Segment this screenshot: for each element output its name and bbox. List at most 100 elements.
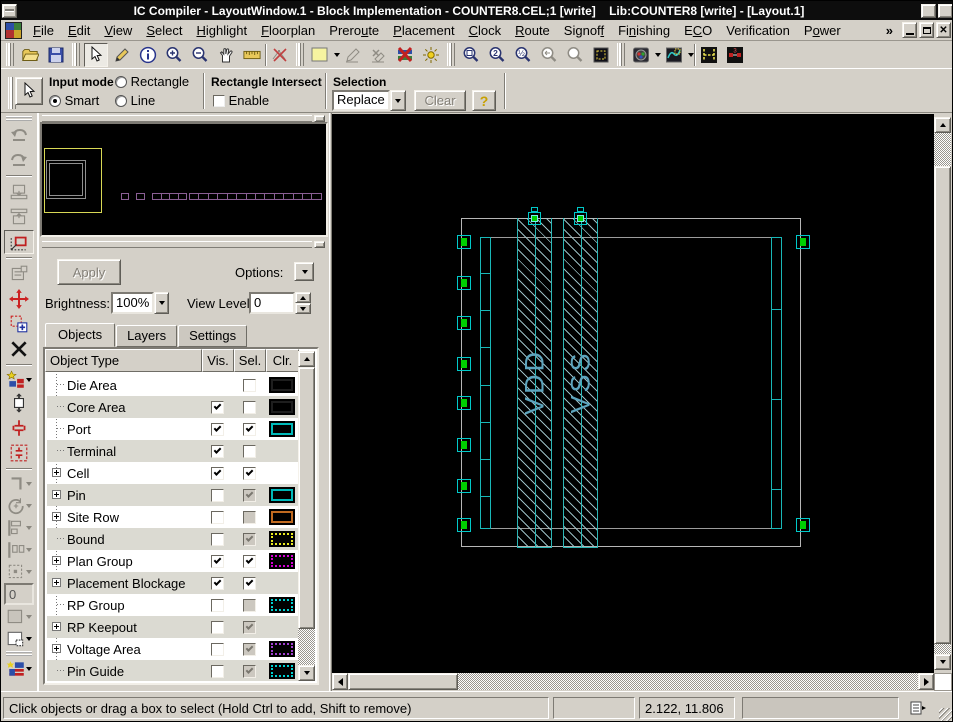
layer-color-swatch[interactable] bbox=[269, 377, 295, 393]
select-tool-icon[interactable] bbox=[84, 43, 108, 67]
clear-selection-button[interactable]: Clear bbox=[414, 90, 466, 111]
object-row-die-area[interactable]: Die Area bbox=[47, 374, 298, 396]
object-row-bound[interactable]: Bound bbox=[47, 528, 298, 550]
sel-cell[interactable] bbox=[233, 577, 265, 590]
tree-expander[interactable] bbox=[47, 616, 65, 638]
sel-cell[interactable] bbox=[233, 423, 265, 436]
align-icon[interactable] bbox=[4, 517, 34, 538]
scroll-up-button[interactable] bbox=[298, 351, 315, 367]
checkbox[interactable] bbox=[243, 467, 256, 480]
toolbar-grip[interactable] bbox=[6, 651, 32, 656]
menu-select[interactable]: Select bbox=[139, 21, 189, 40]
port-marker[interactable] bbox=[457, 396, 471, 410]
tab-layers[interactable]: Layers bbox=[116, 325, 177, 347]
open-design-icon[interactable] bbox=[18, 43, 42, 67]
net-connection-icon[interactable]: 3 bbox=[723, 43, 747, 67]
sel-cell[interactable] bbox=[233, 511, 265, 524]
vis-cell[interactable] bbox=[201, 577, 233, 590]
plus-icon[interactable] bbox=[52, 622, 61, 631]
vis-cell[interactable] bbox=[201, 599, 233, 612]
scrollbar-thumb[interactable] bbox=[934, 166, 951, 644]
object-row-placement-blockage[interactable]: Placement Blockage bbox=[47, 572, 298, 594]
layout-canvas[interactable]: VDD VSS bbox=[332, 114, 934, 673]
checkbox[interactable] bbox=[211, 555, 224, 568]
checkbox[interactable] bbox=[243, 577, 256, 590]
layer-color-swatch[interactable] bbox=[269, 487, 295, 503]
vis-cell[interactable] bbox=[201, 621, 233, 634]
erase-wire-icon[interactable] bbox=[367, 43, 391, 67]
color-cell[interactable] bbox=[265, 597, 298, 613]
scroll-right-button[interactable] bbox=[918, 673, 934, 690]
layer-color-swatch[interactable] bbox=[269, 663, 295, 679]
vdd-terminal[interactable] bbox=[528, 212, 541, 225]
vis-cell[interactable] bbox=[201, 467, 233, 480]
checkbox[interactable] bbox=[211, 467, 224, 480]
checkbox[interactable] bbox=[211, 489, 224, 502]
plus-icon[interactable] bbox=[52, 644, 61, 653]
canvas-vscrollbar[interactable] bbox=[934, 114, 952, 673]
checkbox[interactable] bbox=[243, 401, 256, 414]
distribute-icon[interactable] bbox=[4, 539, 34, 560]
layer-palette-icon[interactable] bbox=[4, 658, 34, 679]
zoom-fit-icon[interactable] bbox=[459, 43, 483, 67]
port-marker[interactable] bbox=[457, 276, 471, 290]
active-color-swatch[interactable] bbox=[308, 43, 332, 67]
menu-eco[interactable]: ECO bbox=[677, 21, 719, 40]
edit-shape-icon[interactable] bbox=[110, 43, 134, 67]
zoom-selection-icon[interactable] bbox=[563, 43, 587, 67]
scroll-up-button[interactable] bbox=[934, 117, 951, 133]
minimap-collapse-button[interactable] bbox=[314, 115, 325, 122]
title-shade-button[interactable] bbox=[921, 4, 936, 18]
port-marker[interactable] bbox=[457, 357, 471, 371]
object-row-cell[interactable]: Cell bbox=[47, 462, 298, 484]
object-row-pin[interactable]: Pin bbox=[47, 484, 298, 506]
checkbox[interactable] bbox=[211, 511, 224, 524]
vis-cell[interactable] bbox=[201, 511, 233, 524]
color-cell[interactable] bbox=[265, 531, 298, 547]
layer-color-swatch[interactable] bbox=[269, 531, 295, 547]
toolbar-grip[interactable] bbox=[72, 43, 80, 66]
toolbar-grip[interactable] bbox=[6, 43, 14, 66]
sel-cell[interactable] bbox=[233, 599, 265, 612]
checkbox[interactable] bbox=[211, 577, 224, 590]
color-cell[interactable] bbox=[265, 399, 298, 415]
menu-highlight[interactable]: Highlight bbox=[189, 21, 254, 40]
ruler-icon[interactable] bbox=[240, 43, 264, 67]
checkbox[interactable] bbox=[211, 643, 224, 656]
color-cell[interactable] bbox=[265, 421, 298, 437]
column-header-object-type[interactable]: Object Type bbox=[45, 349, 202, 372]
object-row-site-row[interactable]: Site Row bbox=[47, 506, 298, 528]
layer-color-swatch[interactable] bbox=[269, 597, 295, 613]
column-header-vis[interactable]: Vis. bbox=[202, 349, 234, 372]
zoom-out-icon[interactable] bbox=[188, 43, 212, 67]
mdi-minimize-button[interactable] bbox=[902, 22, 917, 38]
port-marker[interactable] bbox=[796, 518, 810, 532]
input-mode-rectangle-radio[interactable]: Rectangle bbox=[115, 74, 189, 89]
create-shape-icon[interactable] bbox=[4, 369, 34, 390]
minimap-splitter[interactable] bbox=[42, 241, 312, 248]
vis-cell[interactable] bbox=[201, 423, 233, 436]
vis-cell[interactable] bbox=[201, 489, 233, 502]
query-info-icon[interactable] bbox=[136, 43, 160, 67]
checkbox[interactable] bbox=[211, 423, 224, 436]
spacing-field[interactable]: 0 bbox=[4, 583, 34, 605]
expanded-view-icon[interactable] bbox=[697, 43, 721, 67]
vis-cell[interactable] bbox=[201, 401, 233, 414]
undo-icon[interactable] bbox=[4, 123, 34, 147]
toolbar-grip[interactable] bbox=[6, 116, 32, 121]
mdi-restore-button[interactable] bbox=[919, 22, 934, 38]
checkbox[interactable] bbox=[243, 423, 256, 436]
scroll-down-button[interactable] bbox=[934, 654, 951, 670]
vis-cell[interactable] bbox=[201, 445, 233, 458]
flip-icon[interactable] bbox=[4, 473, 34, 494]
sel-cell[interactable] bbox=[233, 533, 265, 546]
checkbox[interactable] bbox=[211, 665, 224, 678]
object-row-core-area[interactable]: Core Area bbox=[47, 396, 298, 418]
toolbar-grip[interactable] bbox=[617, 43, 625, 66]
menu-clock[interactable]: Clock bbox=[462, 21, 509, 40]
menu-verification[interactable]: Verification bbox=[719, 21, 797, 40]
sel-cell[interactable] bbox=[233, 445, 265, 458]
tree-expander[interactable] bbox=[47, 572, 65, 594]
rotate-icon[interactable] bbox=[4, 495, 34, 516]
redo-icon[interactable] bbox=[4, 148, 34, 172]
